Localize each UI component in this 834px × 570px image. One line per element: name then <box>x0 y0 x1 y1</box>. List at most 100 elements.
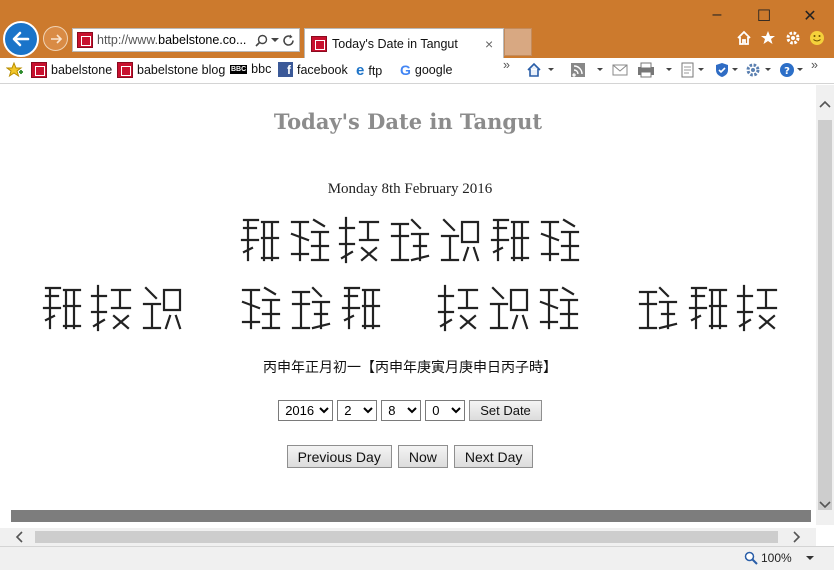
ie-favicon: e <box>356 62 365 79</box>
page-content: Today's Date in Tangut Monday 8th Februa… <box>0 85 816 525</box>
feeds-icon[interactable] <box>570 62 606 78</box>
page-title: Today's Date in Tangut <box>273 109 543 134</box>
favorite-link-babelstone-blog[interactable]: babelstone blog <box>117 62 225 78</box>
tangut-char <box>339 281 383 335</box>
chevron-down-icon[interactable] <box>271 36 279 44</box>
forward-button[interactable] <box>43 26 68 51</box>
zoom-icon <box>744 551 758 565</box>
more-commands-chevron-icon[interactable]: » <box>811 58 818 72</box>
favorites-star-icon[interactable] <box>760 30 776 46</box>
refresh-icon[interactable] <box>282 34 295 47</box>
browser-chrome: http://www.babelstone.co... Today's Date… <box>0 0 834 58</box>
scroll-right-icon[interactable] <box>792 531 802 543</box>
address-url[interactable]: http://www.babelstone.co... <box>97 33 255 47</box>
print-icon[interactable] <box>637 62 675 78</box>
tangut-char <box>736 281 780 335</box>
help-icon[interactable]: ? <box>779 62 807 78</box>
arrow-right-icon <box>50 33 62 44</box>
home-icon[interactable] <box>736 30 752 46</box>
tangut-char <box>487 281 531 335</box>
now-button[interactable]: Now <box>397 445 448 468</box>
tab-active[interactable]: Today's Date in Tangut × <box>304 28 504 58</box>
day-select[interactable]: 8 <box>381 400 422 421</box>
vertical-scrollbar[interactable] <box>816 85 834 525</box>
search-icon[interactable] <box>255 34 268 47</box>
google-icon: G <box>400 62 411 78</box>
set-date-button[interactable]: Set Date <box>469 400 542 421</box>
tangut-date-components <box>40 281 780 335</box>
arrow-left-icon <box>12 31 30 47</box>
close-tab-icon[interactable]: × <box>485 36 503 52</box>
chevron-down-icon <box>805 556 814 560</box>
horizontal-scrollbar[interactable] <box>0 528 816 546</box>
add-favorite-icon[interactable] <box>6 62 24 78</box>
scroll-down-icon[interactable] <box>819 500 831 510</box>
favorite-link-babelstone[interactable]: babelstone <box>31 62 112 78</box>
tangut-year <box>40 281 184 335</box>
facebook-icon: f <box>278 62 293 77</box>
new-tab-button[interactable] <box>504 28 532 56</box>
gear-icon[interactable] <box>785 30 801 46</box>
next-day-button[interactable]: Next Day <box>453 445 534 468</box>
favorites-bar: babelstone babelstone blog BBC bbc f faceb… <box>0 58 834 84</box>
more-favorites-chevron-icon[interactable]: » <box>503 58 510 72</box>
close-window-icon[interactable]: ✕ <box>800 6 820 26</box>
site-favicon <box>77 32 93 48</box>
tangut-month <box>239 281 383 335</box>
tangut-char <box>40 281 84 335</box>
scroll-left-icon[interactable] <box>14 531 24 543</box>
horizontal-scroll-thumb[interactable] <box>35 531 778 543</box>
tools-gear-icon[interactable] <box>745 62 775 78</box>
page-divider-bar <box>11 510 811 522</box>
status-bar: 100% <box>0 546 834 570</box>
favorite-link-ftp[interactable]: e ftp <box>356 62 382 79</box>
tangut-char <box>289 281 333 335</box>
zoom-control[interactable]: 100% <box>744 551 817 565</box>
tangut-char <box>90 281 134 335</box>
tab-title: Today's Date in Tangut <box>332 36 458 51</box>
tangut-char <box>437 281 481 335</box>
tangut-char <box>239 281 283 335</box>
hour-select[interactable]: 0 <box>425 400 466 421</box>
safety-shield-icon[interactable] <box>714 62 742 78</box>
vertical-scroll-thumb[interactable] <box>818 120 832 510</box>
scroll-up-icon[interactable] <box>819 99 831 109</box>
date-text: Monday 8th February 2016 <box>327 181 493 197</box>
tab-favicon <box>311 35 327 52</box>
tangut-full-date <box>0 213 816 272</box>
tangut-char <box>388 213 432 267</box>
svg-text:?: ? <box>784 66 790 77</box>
favorite-link-bbc[interactable]: BBC bbc <box>230 62 271 76</box>
tangut-char <box>338 213 382 267</box>
bbc-favicon: BBC <box>230 64 248 74</box>
date-controls: 2016 2 8 0 Set Date <box>0 400 816 421</box>
home-page-icon[interactable] <box>526 62 556 78</box>
tangut-char <box>438 213 482 267</box>
tangut-char <box>686 281 730 335</box>
tangut-day <box>437 281 581 335</box>
tangut-char <box>488 213 532 267</box>
babelstone-blog-favicon <box>117 62 133 78</box>
day-navigation: Previous Day Now Next Day <box>0 445 816 468</box>
zoom-level: 100% <box>761 551 792 565</box>
maximize-icon[interactable]: ☐ <box>754 6 774 26</box>
previous-day-button[interactable]: Previous Day <box>286 445 392 468</box>
back-button[interactable] <box>3 21 39 57</box>
tangut-char <box>636 281 680 335</box>
tangut-char <box>288 213 332 267</box>
tangut-hour <box>636 281 780 335</box>
favorite-link-google[interactable]: Ggoogle <box>400 62 452 78</box>
chinese-calendar-date: 丙申年正月初一【丙申年庚寅月庚申日丙子時】 <box>263 360 557 376</box>
tangut-char <box>140 281 184 335</box>
tangut-char <box>537 281 581 335</box>
tangut-char <box>238 213 282 267</box>
month-select[interactable]: 2 <box>337 400 378 421</box>
address-bar[interactable]: http://www.babelstone.co... <box>72 28 300 52</box>
favorite-link-facebook[interactable]: f facebook <box>278 62 348 77</box>
mail-icon[interactable] <box>612 62 630 78</box>
tangut-char <box>538 213 582 267</box>
smiley-feedback-icon[interactable] <box>809 30 825 46</box>
year-select[interactable]: 2016 <box>278 400 334 421</box>
page-menu-icon[interactable] <box>680 62 708 78</box>
minimize-icon[interactable]: – <box>707 6 727 24</box>
